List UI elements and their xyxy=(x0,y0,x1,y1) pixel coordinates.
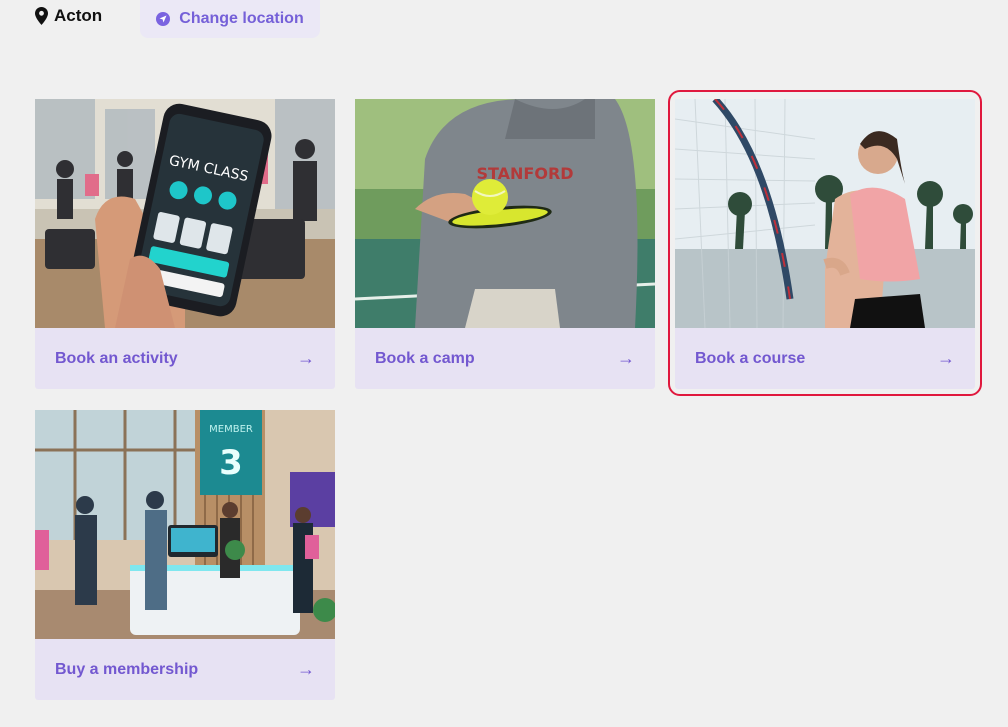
book-activity-footer: Book an activity → xyxy=(35,328,335,389)
map-pin-icon xyxy=(35,7,48,25)
book-activity-label: Book an activity xyxy=(55,349,178,367)
buy-membership-card[interactable]: MEMBER 3 Buy a membership → xyxy=(35,410,335,700)
current-location-label: Acton xyxy=(54,6,103,25)
svg-text:3: 3 xyxy=(219,443,243,483)
book-course-label: Book a course xyxy=(695,349,806,367)
book-course-card[interactable]: Book a course → xyxy=(668,90,982,396)
change-location-button[interactable]: Change location xyxy=(140,0,320,38)
buy-membership-label: Buy a membership xyxy=(55,660,199,678)
location-bar: Acton Change location xyxy=(0,0,1008,38)
arrow-right-icon: → xyxy=(297,659,315,679)
arrow-right-icon: → xyxy=(937,348,955,368)
tennis-camp-image: STANFORD xyxy=(355,99,655,328)
current-location: Acton xyxy=(35,6,102,26)
tennis-course-image xyxy=(675,99,975,328)
gym-class-phone-image: GYM CLASS xyxy=(35,99,335,328)
arrow-right-icon: → xyxy=(297,348,315,368)
buy-membership-footer: Buy a membership → xyxy=(35,639,335,700)
book-course-footer: Book a course → xyxy=(675,328,975,389)
book-camp-card[interactable]: STANFORD Book a camp → xyxy=(355,99,655,389)
book-activity-card[interactable]: GYM CLASS Book an activity → xyxy=(35,99,335,389)
arrow-right-icon: → xyxy=(617,348,635,368)
book-camp-label: Book a camp xyxy=(375,349,475,367)
gym-membership-image: MEMBER 3 xyxy=(35,410,335,639)
navigation-arrow-icon xyxy=(156,12,171,26)
svg-text:MEMBER: MEMBER xyxy=(209,424,253,435)
change-location-label: Change location xyxy=(179,10,304,27)
book-camp-footer: Book a camp → xyxy=(355,328,655,389)
